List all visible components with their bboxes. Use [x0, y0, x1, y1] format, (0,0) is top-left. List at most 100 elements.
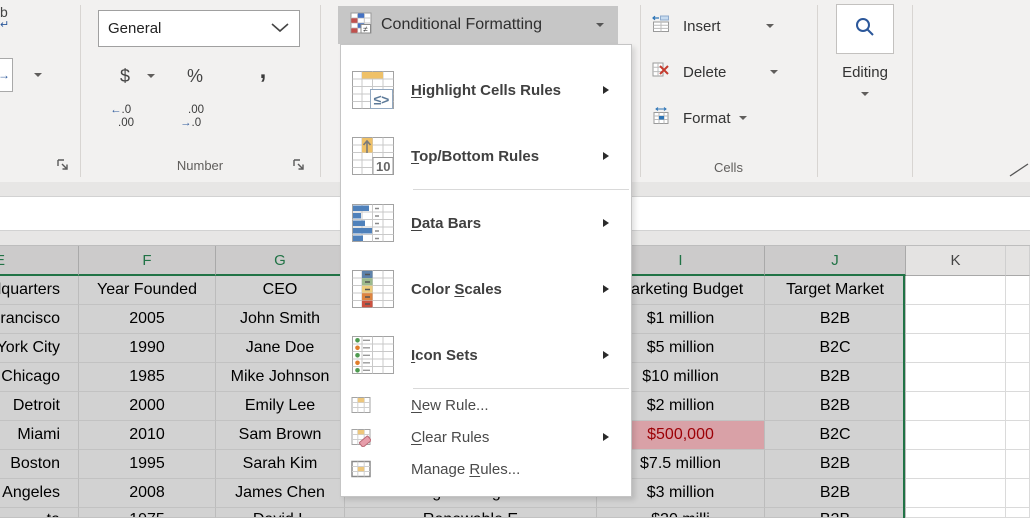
comma-style-button[interactable]: , — [250, 54, 276, 88]
cell[interactable]: James Chen — [216, 479, 345, 508]
menu-item-color-scales[interactable]: Color Scales — [341, 256, 631, 322]
menu-item-clear-rules[interactable]: Clear Rules — [341, 421, 631, 453]
delete-label: Delete — [683, 64, 726, 81]
conditional-formatting-icon: ≠ — [350, 12, 372, 39]
format-dropdown-arrow-icon[interactable] — [739, 116, 747, 120]
cell[interactable] — [1006, 305, 1030, 334]
cell[interactable]: Los Angeles — [0, 479, 79, 508]
cell[interactable]: 1985 — [79, 363, 216, 392]
cell[interactable] — [1006, 363, 1030, 392]
find-select-button[interactable] — [836, 4, 894, 54]
cell[interactable] — [1006, 450, 1030, 479]
insert-button[interactable]: Insert — [652, 14, 792, 38]
column-header-E[interactable]: E — [0, 246, 79, 276]
cell[interactable]: B2B — [765, 305, 906, 334]
cell[interactable]: 1975 — [79, 508, 216, 518]
cell[interactable]: B2B — [765, 479, 906, 508]
cell[interactable]: Sarah Kim — [216, 450, 345, 479]
cell[interactable]: Jane Doe — [216, 334, 345, 363]
menu-item-top-bottom-rules[interactable]: 10 Top/Bottom Rules — [341, 123, 631, 189]
alignment-dialog-launcher-icon[interactable] — [56, 158, 70, 172]
number-group-label: Number — [140, 158, 260, 173]
cell[interactable] — [906, 276, 1006, 305]
cell[interactable]: 2010 — [79, 421, 216, 450]
column-header-K[interactable]: K — [906, 246, 1006, 276]
column-header[interactable] — [1006, 246, 1030, 276]
cell[interactable] — [906, 479, 1006, 508]
column-header-J[interactable]: J — [765, 246, 906, 276]
cell[interactable] — [1006, 276, 1030, 305]
delete-dropdown-arrow-icon[interactable] — [770, 70, 778, 74]
cell[interactable] — [906, 508, 1006, 518]
menu-item-manage-rules[interactable]: Manage Rules... — [341, 453, 631, 485]
cell[interactable]: CEO — [216, 276, 345, 305]
cell[interactable] — [1006, 479, 1030, 508]
menu-item-icon-sets[interactable]: Icon Sets — [341, 322, 631, 388]
cell[interactable]: B2B — [765, 450, 906, 479]
cell[interactable]: 2005 — [79, 305, 216, 334]
cell[interactable] — [906, 363, 1006, 392]
cell[interactable]: San Francisco — [0, 305, 79, 334]
cell[interactable]: B2C — [765, 334, 906, 363]
cell[interactable] — [906, 334, 1006, 363]
cell[interactable]: B2B — [765, 508, 906, 518]
cell[interactable]: Boston — [0, 450, 79, 479]
menu-item-new-rule[interactable]: New Rule... — [341, 389, 631, 421]
cell[interactable] — [1006, 421, 1030, 450]
cell[interactable] — [1006, 334, 1030, 363]
cell[interactable]: Sam Brown — [216, 421, 345, 450]
cell[interactable]: Headquarters — [0, 276, 79, 305]
conditional-formatting-button[interactable]: ≠ Conditional Formatting — [338, 6, 618, 44]
increase-decimal-button[interactable]: ←.0 .00 — [110, 104, 134, 130]
submenu-arrow-icon — [603, 152, 609, 160]
cell[interactable]: Renewable E — [345, 508, 597, 518]
highlight-cells-rules-icon: ≤> — [351, 68, 395, 112]
percent-style-button[interactable]: % — [180, 60, 210, 92]
cell[interactable]: Year Founded — [79, 276, 216, 305]
cell[interactable]: Mike Johnson — [216, 363, 345, 392]
submenu-arrow-icon — [603, 433, 609, 441]
clear-rules-icon — [351, 427, 395, 447]
cell[interactable]: New York City — [0, 334, 79, 363]
format-button[interactable]: Format — [652, 106, 792, 130]
cell[interactable] — [906, 450, 1006, 479]
merge-center-dropdown-arrow-icon[interactable] — [34, 73, 42, 77]
editing-dropdown-arrow-icon[interactable] — [861, 92, 869, 96]
cell[interactable]: Miami — [0, 421, 79, 450]
cell[interactable] — [1006, 508, 1030, 518]
cell[interactable] — [1006, 392, 1030, 421]
number-format-dropdown[interactable]: General — [98, 10, 300, 47]
cell[interactable]: 1990 — [79, 334, 216, 363]
column-header-F[interactable]: F — [79, 246, 216, 276]
cell[interactable]: $20 milli — [597, 508, 765, 518]
cell[interactable]: John Smith — [216, 305, 345, 334]
cell[interactable]: B2B — [765, 392, 906, 421]
column-header-G[interactable]: G — [216, 246, 345, 276]
cell[interactable]: 1995 — [79, 450, 216, 479]
color-scales-icon — [351, 267, 395, 311]
menu-item-data-bars[interactable]: Data Bars — [341, 190, 631, 256]
cell[interactable]: David L — [216, 508, 345, 518]
accounting-format-button[interactable]: $ — [110, 60, 140, 92]
accounting-format-dropdown-arrow-icon[interactable] — [147, 74, 155, 78]
svg-text:≤>: ≤> — [374, 92, 390, 108]
number-dialog-launcher-icon[interactable] — [292, 158, 306, 172]
delete-button[interactable]: Delete — [652, 60, 792, 84]
cell[interactable]: Detroit — [0, 392, 79, 421]
cell[interactable]: B2B — [765, 363, 906, 392]
cell[interactable]: B2C — [765, 421, 906, 450]
cell[interactable] — [906, 305, 1006, 334]
decrease-decimal-button[interactable]: .00 →.0 — [180, 104, 204, 130]
cell[interactable]: Emily Lee — [216, 392, 345, 421]
cell[interactable]: 2008 — [79, 479, 216, 508]
insert-dropdown-arrow-icon[interactable] — [766, 24, 774, 28]
cell[interactable] — [906, 421, 1006, 450]
collapse-ribbon-icon[interactable] — [1008, 162, 1030, 183]
menu-item-highlight-cells-rules[interactable]: ≤> Highlight Cells Rules — [341, 57, 631, 123]
cell[interactable]: Target Market — [765, 276, 906, 305]
merge-center-icon[interactable]: → — [0, 58, 13, 92]
cell[interactable] — [906, 392, 1006, 421]
cell[interactable]: ta — [0, 508, 79, 518]
cell[interactable]: Chicago — [0, 363, 79, 392]
cell[interactable]: 2000 — [79, 392, 216, 421]
